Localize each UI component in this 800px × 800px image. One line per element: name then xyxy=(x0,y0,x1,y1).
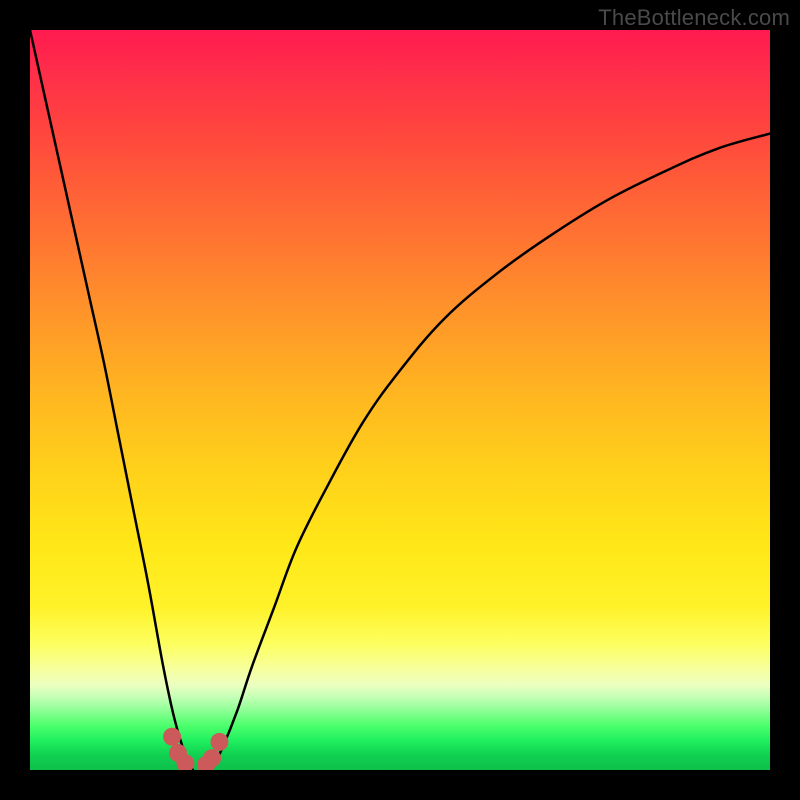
valley-marker-5 xyxy=(210,733,228,751)
watermark-text: TheBottleneck.com xyxy=(598,5,790,31)
curve-right-branch xyxy=(211,134,770,770)
valley-marker-0 xyxy=(163,728,181,746)
chart-frame: TheBottleneck.com xyxy=(0,0,800,800)
chart-svg xyxy=(30,30,770,770)
valley-marker-4 xyxy=(203,749,221,767)
plot-area xyxy=(30,30,770,770)
curve-left-branch xyxy=(30,30,193,770)
valley-markers xyxy=(163,728,228,770)
bottleneck-curve xyxy=(30,30,770,770)
